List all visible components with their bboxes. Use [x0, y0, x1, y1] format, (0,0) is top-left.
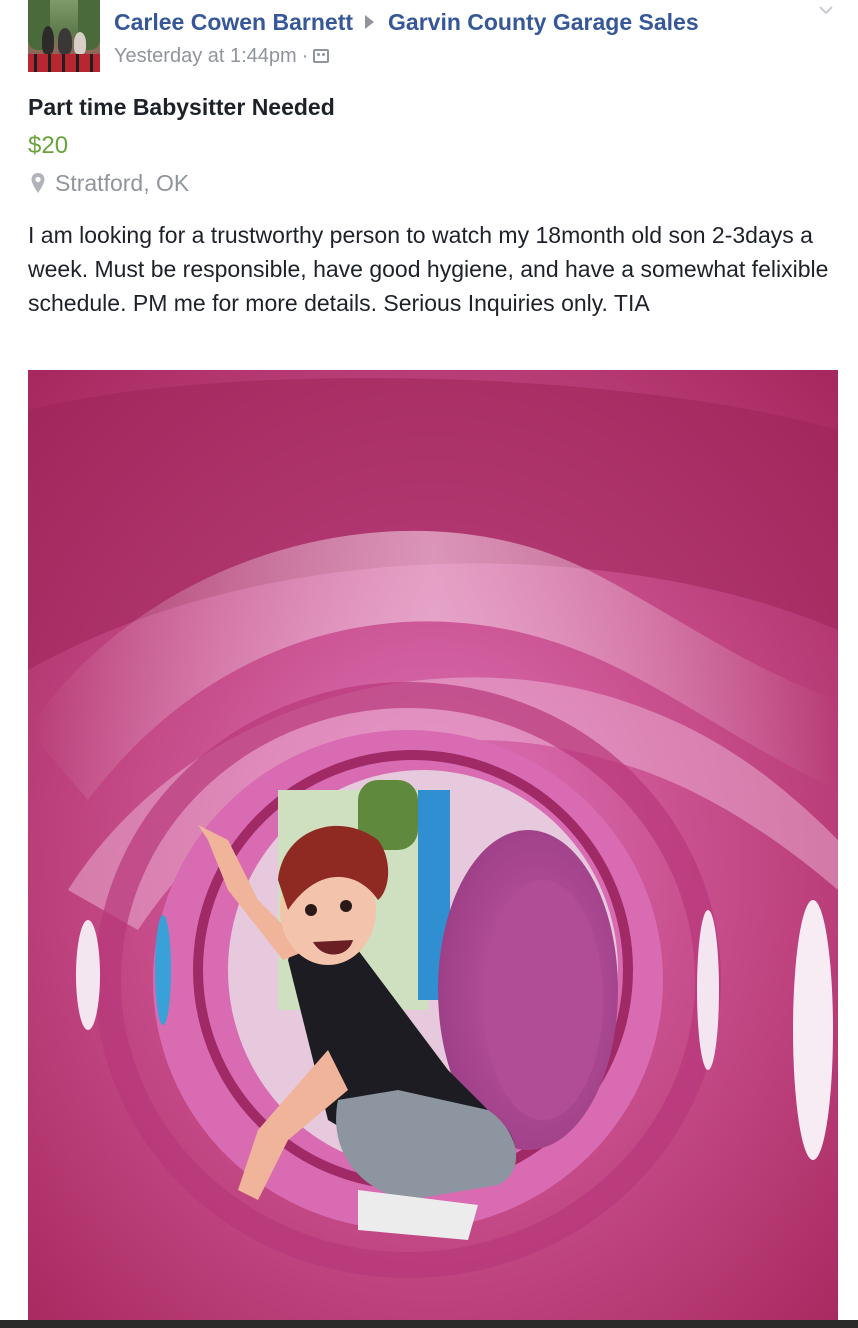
listing-price: $20 [28, 132, 69, 159]
group-name-link[interactable]: Garvin County Garage Sales [388, 9, 699, 36]
listing-photo[interactable] [28, 370, 838, 1320]
location-text: Stratford, OK [55, 169, 190, 196]
meta-separator: · [301, 44, 309, 67]
arrow-right-icon [365, 15, 375, 29]
bottom-divider [0, 1320, 858, 1328]
listing-description: I am looking for a trustworthy person to… [28, 222, 829, 316]
listing-title: Part time Babysitter Needed [28, 94, 335, 120]
marketplace-post: Carlee Cowen Barnett Garvin County Garag… [0, 0, 858, 1328]
listing-location[interactable]: Stratford, OK [30, 169, 189, 197]
map-pin-icon [31, 173, 45, 193]
author-name-link[interactable]: Carlee Cowen Barnett [114, 9, 353, 36]
post-meta: Yesterday at 1:44pm · [114, 42, 330, 70]
chevron-down-icon[interactable] [818, 2, 834, 18]
author-avatar[interactable] [28, 0, 100, 72]
post-timestamp-link[interactable]: Yesterday at 1:44pm [114, 45, 297, 68]
group-members-icon[interactable] [313, 49, 330, 63]
post-header: Carlee Cowen Barnett Garvin County Garag… [114, 6, 699, 38]
